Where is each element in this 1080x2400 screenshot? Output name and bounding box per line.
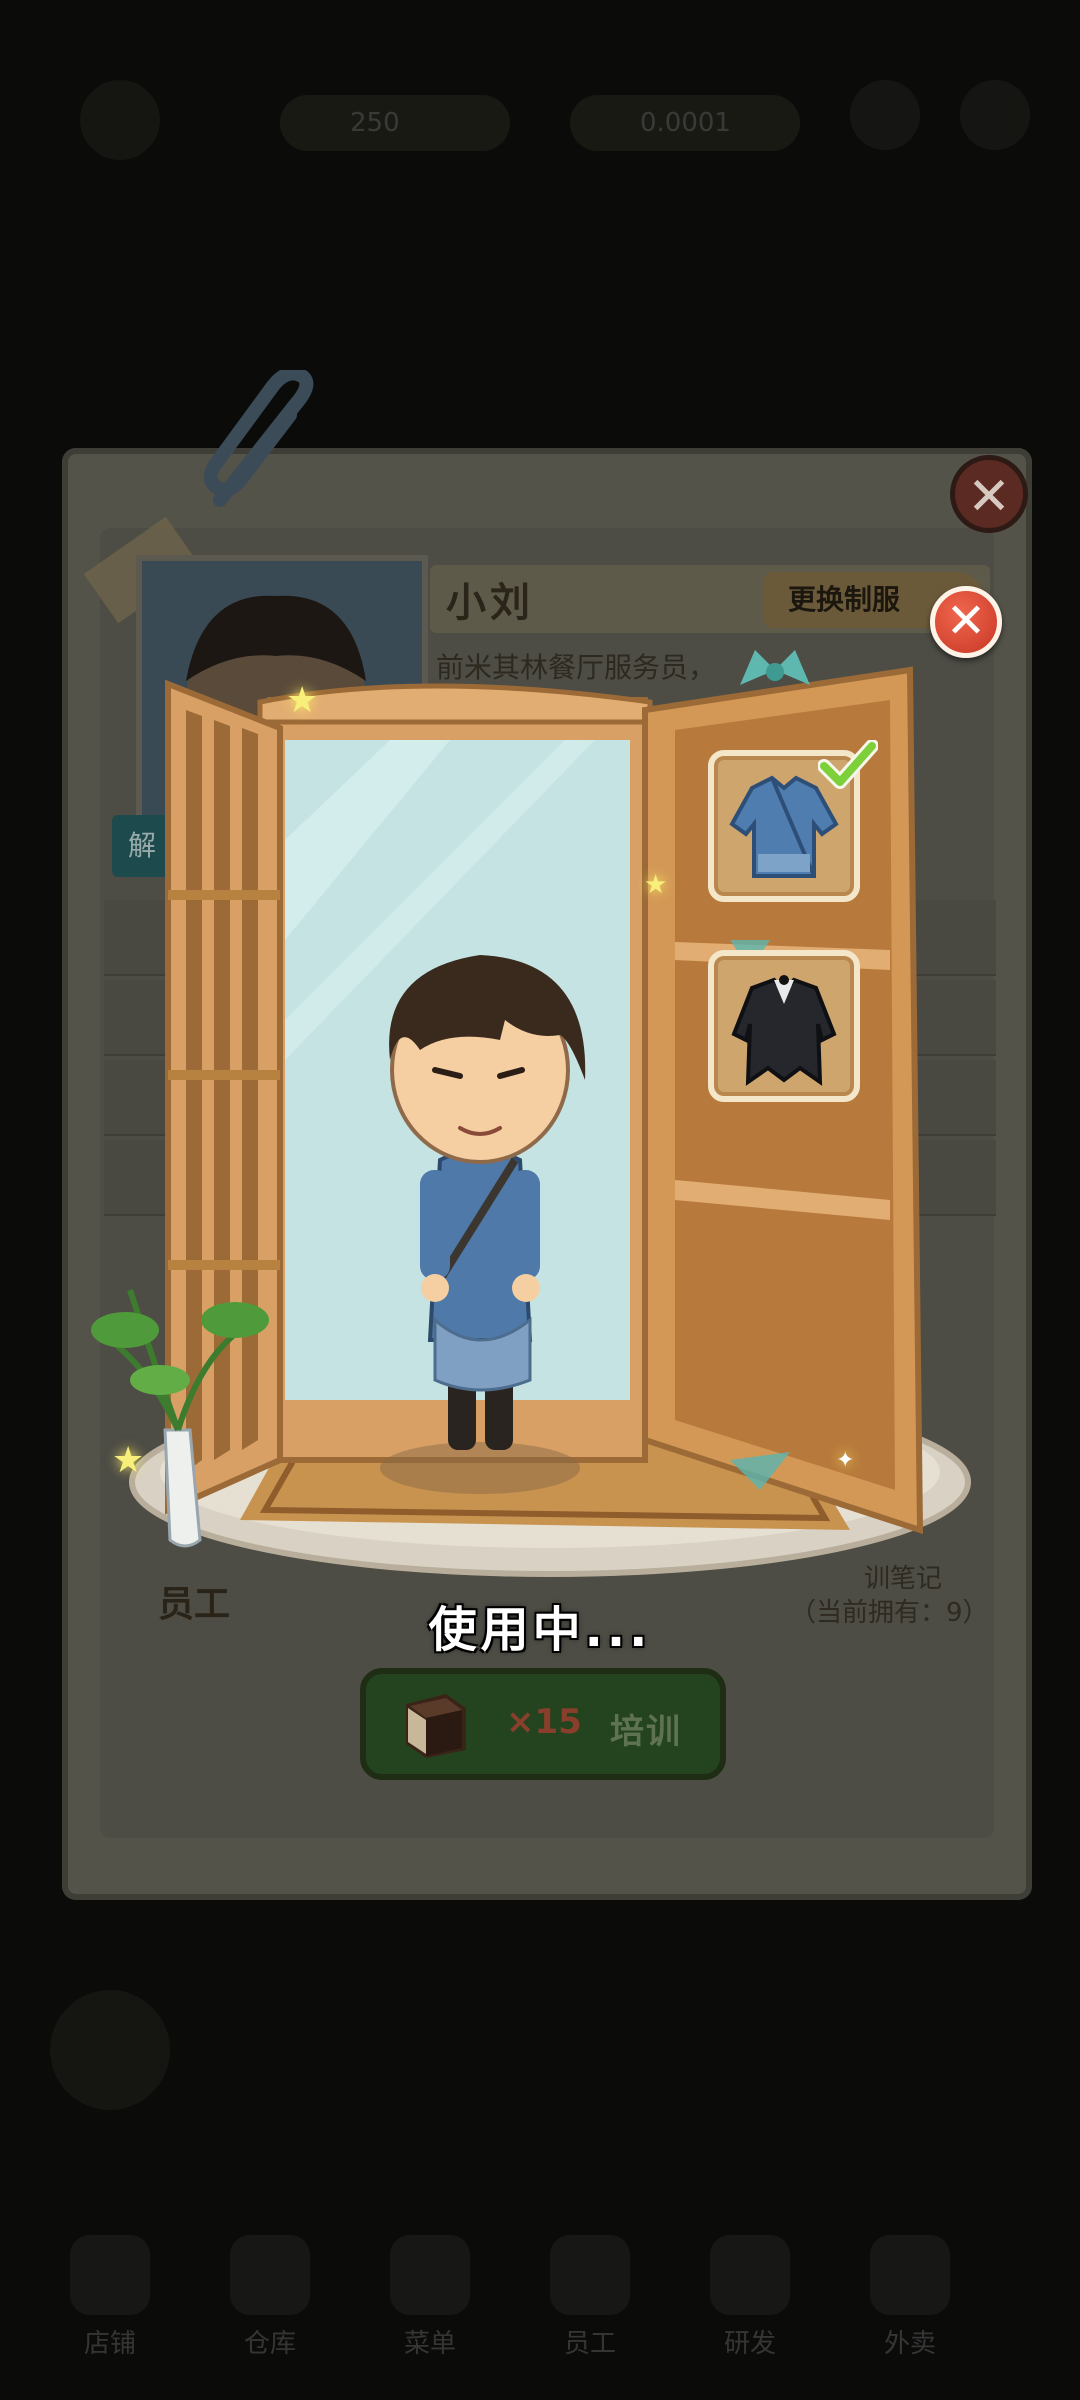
wardrobe-close-button[interactable]: ✕ — [930, 586, 1002, 658]
train-cost: ×15 — [506, 1702, 582, 1742]
door-rail — [168, 1070, 280, 1080]
uniform-slot-black[interactable] — [708, 950, 860, 1102]
nav-staff: 员工 — [530, 2235, 650, 2360]
storage-icon — [230, 2235, 310, 2315]
teal-bow-icon — [740, 650, 810, 685]
nav-research-label: 研发 — [723, 2329, 776, 2359]
train-button[interactable]: ×15 培训 — [360, 1668, 726, 1780]
door-rail — [168, 890, 280, 900]
menu-icon — [960, 80, 1030, 150]
card-close-button[interactable]: ✕ — [950, 455, 1028, 533]
settings-icon — [850, 80, 920, 150]
plant-leaf — [201, 1302, 269, 1338]
coin-counter: 250 — [280, 95, 510, 151]
research-icon — [710, 2235, 790, 2315]
paperclip-icon — [203, 370, 314, 507]
book-icon — [406, 1694, 466, 1758]
sparkle-icon: ✦ — [836, 1448, 855, 1473]
staff-icon — [550, 2235, 630, 2315]
wardrobe-top — [257, 683, 653, 725]
sparkle-icon: ★ — [112, 1440, 145, 1481]
nav-storage: 仓库 — [210, 2235, 330, 2360]
cash-counter: 0.0001 — [570, 95, 800, 151]
nav-research: 研发 — [690, 2235, 810, 2360]
plant-leaf — [130, 1365, 190, 1395]
nav-delivery: 外卖 — [850, 2235, 970, 2360]
checkmark-icon — [818, 740, 878, 789]
train-label: 培训 — [610, 1712, 682, 1752]
left-door-slats — [186, 710, 258, 1472]
sparkle-icon: ★ — [286, 680, 319, 721]
nav-menu-label: 菜单 — [403, 2329, 456, 2359]
nav-delivery-label: 外卖 — [883, 2329, 936, 2359]
black-tailcoat-icon — [731, 975, 837, 1086]
delivery-icon — [870, 2235, 950, 2315]
shop-icon — [70, 2235, 150, 2315]
nav-shop-label: 店铺 — [83, 2329, 136, 2359]
character-shadow — [380, 1442, 580, 1494]
menu-book-icon — [390, 2235, 470, 2315]
avatar-icon — [80, 80, 160, 160]
event-icon — [50, 1990, 170, 2110]
sparkle-icon: ★ — [644, 870, 668, 900]
door-rail — [168, 1260, 280, 1270]
nav-menu: 菜单 — [370, 2235, 490, 2360]
plant-leaf — [91, 1312, 159, 1348]
nav-staff-label: 员工 — [563, 2329, 616, 2359]
nav-shop: 店铺 — [50, 2235, 170, 2360]
staff-name: 小刘 — [446, 580, 534, 626]
in-use-status: 使用中... — [428, 1602, 652, 1658]
nav-storage-label: 仓库 — [243, 2329, 296, 2359]
